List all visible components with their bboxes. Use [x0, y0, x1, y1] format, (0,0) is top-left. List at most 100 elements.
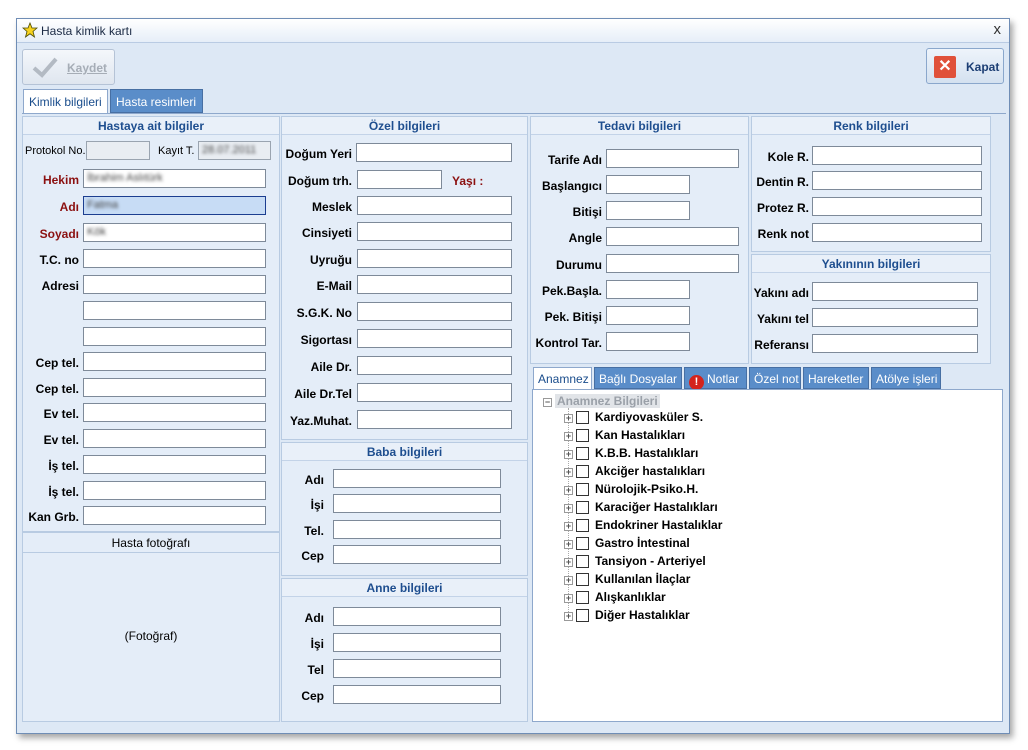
pek-start-field[interactable]	[606, 280, 690, 299]
address-label: Adresi	[41, 279, 79, 293]
protez-field[interactable]	[812, 197, 982, 216]
expand-icon[interactable]: +	[564, 450, 573, 459]
job-field[interactable]	[357, 196, 512, 215]
protocol-field[interactable]	[86, 141, 150, 160]
tab-patient-images[interactable]: Hasta resimleri	[110, 89, 203, 113]
window-close-icon[interactable]: x	[994, 21, 1002, 38]
birthplace-field[interactable]	[356, 143, 512, 162]
control-date-field[interactable]	[606, 332, 690, 351]
close-button[interactable]: ✕ Kapat	[926, 48, 1004, 84]
checkbox[interactable]	[576, 429, 589, 442]
blood-group-field[interactable]	[83, 506, 266, 525]
expand-icon[interactable]: +	[564, 594, 573, 603]
save-button[interactable]: Kaydet	[22, 49, 115, 85]
mother-cep-field[interactable]	[333, 685, 501, 704]
collapse-icon[interactable]: −	[543, 398, 552, 407]
tab-anamnez[interactable]: Anamnez	[533, 367, 592, 389]
father-info-panel: Baba bilgileri Adı İşi Tel. Cep	[281, 442, 528, 576]
nationality-field[interactable]	[357, 249, 512, 268]
address-line-3[interactable]	[83, 327, 266, 346]
status-label: Durumu	[556, 258, 602, 272]
expand-icon[interactable]: +	[564, 504, 573, 513]
checkbox[interactable]	[576, 537, 589, 550]
tab-movements[interactable]: Hareketler	[803, 367, 869, 389]
checkbox[interactable]	[576, 483, 589, 496]
mother-name-field[interactable]	[333, 607, 501, 626]
tab-linked-files[interactable]: Bağlı Dosyalar	[594, 367, 682, 389]
reference-field[interactable]	[812, 334, 978, 353]
is1-field[interactable]	[83, 455, 266, 474]
email-label: E-Mail	[316, 279, 352, 293]
expand-icon[interactable]: +	[564, 486, 573, 495]
address-line-2[interactable]	[83, 301, 266, 320]
checkbox[interactable]	[576, 501, 589, 514]
correspondence-field[interactable]	[357, 410, 512, 429]
ev1-field[interactable]	[83, 403, 266, 422]
checkbox[interactable]	[576, 411, 589, 424]
email-field[interactable]	[357, 275, 512, 294]
record-date-field[interactable]: 28.07.2011	[198, 141, 271, 160]
birthdate-field[interactable]	[357, 170, 442, 189]
tab-identity[interactable]: Kimlik bilgileri	[23, 89, 108, 113]
tab-private-note[interactable]: Özel not	[749, 367, 801, 389]
tariff-field[interactable]	[606, 149, 739, 168]
is2-label: İş tel.	[48, 485, 79, 499]
color-note-field[interactable]	[812, 223, 982, 242]
checkbox[interactable]	[576, 609, 589, 622]
insurance-field[interactable]	[357, 329, 512, 348]
birthdate-label: Doğum trh.	[288, 174, 352, 188]
cep2-field[interactable]	[83, 378, 266, 397]
checkbox[interactable]	[576, 591, 589, 604]
relative-name-field[interactable]	[812, 282, 978, 301]
blood-group-label: Kan Grb.	[28, 510, 79, 524]
angle-field[interactable]	[606, 227, 739, 246]
family-dr-tel-field[interactable]	[357, 383, 512, 402]
kole-field[interactable]	[812, 146, 982, 165]
doctor-field[interactable]: İbrahim Aslıtürk	[83, 169, 266, 188]
checkbox[interactable]	[576, 555, 589, 568]
start-field[interactable]	[606, 175, 690, 194]
end-field[interactable]	[606, 201, 690, 220]
father-job-field[interactable]	[333, 494, 501, 513]
checkbox[interactable]	[576, 573, 589, 586]
color-note-label: Renk not	[757, 227, 809, 241]
sgk-field[interactable]	[357, 302, 512, 321]
father-cep-field[interactable]	[333, 545, 501, 564]
surname-field[interactable]: Kök	[83, 223, 266, 242]
ev2-field[interactable]	[83, 429, 266, 448]
dentin-field[interactable]	[812, 171, 982, 190]
tree-node-label: Tansiyon - Arteriyel	[595, 554, 706, 568]
checkbox[interactable]	[576, 447, 589, 460]
tree-node-label: Alışkanlıklar	[595, 590, 666, 604]
checkbox[interactable]	[576, 465, 589, 478]
father-tel-field[interactable]	[333, 520, 501, 539]
expand-icon[interactable]: +	[564, 558, 573, 567]
cep1-field[interactable]	[83, 352, 266, 371]
tab-workshop[interactable]: Atölye işleri	[871, 367, 941, 389]
expand-icon[interactable]: +	[564, 576, 573, 585]
name-field[interactable]: Fatma	[83, 196, 266, 215]
status-field[interactable]	[606, 254, 739, 273]
pek-end-field[interactable]	[606, 306, 690, 325]
father-name-field[interactable]	[333, 469, 501, 488]
tab-notes[interactable]: ! Notlar	[684, 367, 747, 390]
expand-icon[interactable]: +	[564, 522, 573, 531]
address-line-1[interactable]	[83, 275, 266, 294]
expand-icon[interactable]: +	[564, 432, 573, 441]
anamnez-root[interactable]: − Anamnez Bilgileri	[543, 394, 660, 408]
expand-icon[interactable]: +	[564, 612, 573, 621]
tc-field[interactable]	[83, 249, 266, 268]
mother-tel-field[interactable]	[333, 659, 501, 678]
expand-icon[interactable]: +	[564, 414, 573, 423]
family-dr-field[interactable]	[357, 356, 512, 375]
gender-field[interactable]	[357, 222, 512, 241]
photo-panel[interactable]: Hasta fotoğrafı (Fotoğraf)	[22, 532, 280, 722]
relative-tel-field[interactable]	[812, 308, 978, 327]
mother-job-field[interactable]	[333, 633, 501, 652]
checkbox[interactable]	[576, 519, 589, 532]
tree-node-label: Akciğer hastalıkları	[595, 464, 706, 478]
is2-field[interactable]	[83, 481, 266, 500]
expand-icon[interactable]: +	[564, 540, 573, 549]
mother-info-panel: Anne bilgileri Adı İşi Tel Cep	[281, 578, 528, 722]
expand-icon[interactable]: +	[564, 468, 573, 477]
